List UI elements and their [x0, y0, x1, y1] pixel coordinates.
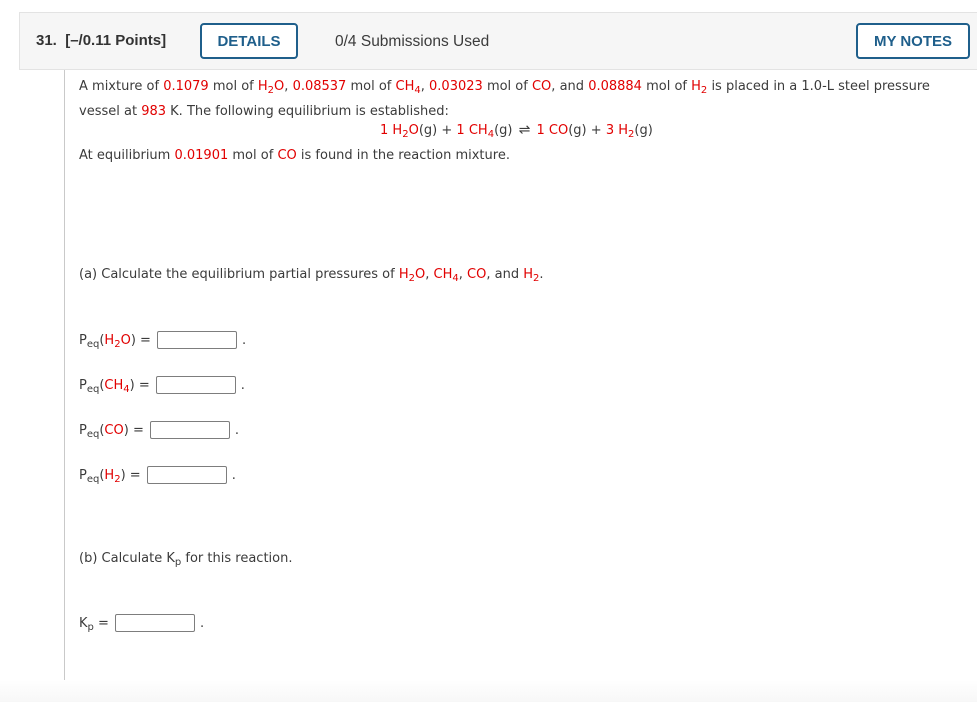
- peq-h2-input[interactable]: [146, 466, 227, 484]
- reaction-equation: 1 H2O(g) + 1 CH4(g) ⇌ 1 CO(g) + 3 H2(g): [380, 122, 653, 140]
- problem-line-1: A mixture of 0.1079 mol of H2O, 0.08537 …: [79, 79, 930, 96]
- peq-ch4-label: Peq(CH4) =: [79, 377, 150, 395]
- peq-co-label: Peq(CO) =: [79, 422, 144, 440]
- answer-row-kp: Kp = .: [79, 614, 205, 633]
- peq-h2o-input[interactable]: [156, 331, 237, 349]
- peq-h2-label: Peq(H2) =: [79, 467, 141, 485]
- peq-ch4-input[interactable]: [155, 376, 236, 394]
- peq-h2o-label: Peq(H2O) =: [79, 332, 151, 350]
- part-b-prompt: (b) Calculate Kp for this reaction.: [79, 551, 293, 568]
- equilibrium-arrow-icon: ⇌: [518, 122, 531, 138]
- peq-co-input[interactable]: [149, 421, 230, 439]
- answer-row-peq-h2o: Peq(H2O) = .: [79, 331, 247, 350]
- question-header: 31. [–/0.11 Points] DETAILS 0/4 Submissi…: [19, 12, 977, 70]
- kp-input[interactable]: [114, 614, 195, 632]
- submissions-used: 0/4 Submissions Used: [335, 33, 490, 50]
- question-points: 31. [–/0.11 Points]: [36, 32, 167, 49]
- answer-row-peq-co: Peq(CO) = .: [79, 421, 239, 440]
- answer-row-peq-ch4: Peq(CH4) = .: [79, 376, 245, 395]
- problem-line-2: vessel at 983 K. The following equilibri…: [79, 104, 449, 119]
- bottom-shadow: [0, 680, 977, 702]
- kp-label: Kp =: [79, 615, 109, 633]
- part-a-prompt: (a) Calculate the equilibrium partial pr…: [79, 267, 544, 284]
- question-left-rule: [64, 70, 65, 702]
- my-notes-button[interactable]: MY NOTES: [856, 23, 970, 59]
- equilibrium-statement: At equilibrium 0.01901 mol of CO is foun…: [79, 148, 510, 163]
- answer-row-peq-h2: Peq(H2) = .: [79, 466, 236, 485]
- details-button[interactable]: DETAILS: [200, 23, 298, 59]
